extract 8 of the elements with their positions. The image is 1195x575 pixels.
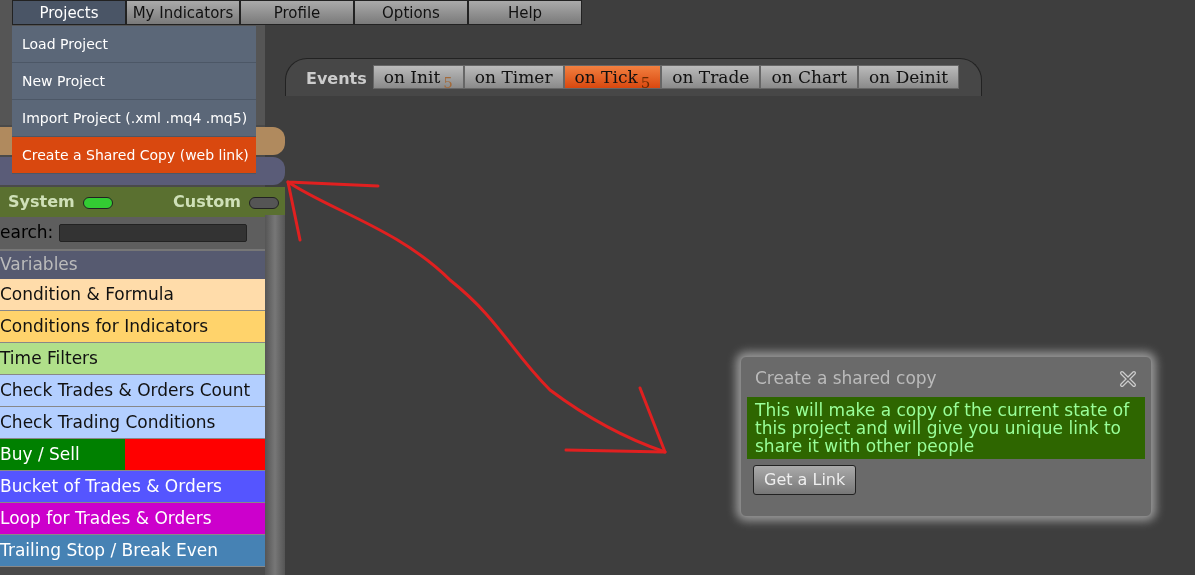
- dialog-title: Create a shared copy: [755, 367, 937, 390]
- search-label: earch:: [0, 221, 54, 245]
- toggle-label: System: [8, 192, 75, 211]
- count-label: 5: [443, 74, 453, 92]
- dialog-message: This will make a copy of the current state of this project and will give you unique link to share it with other people: [747, 396, 1145, 459]
- events-label: Events: [306, 68, 367, 90]
- toggle-label: Custom: [173, 192, 241, 211]
- count-label: 5: [640, 74, 651, 92]
